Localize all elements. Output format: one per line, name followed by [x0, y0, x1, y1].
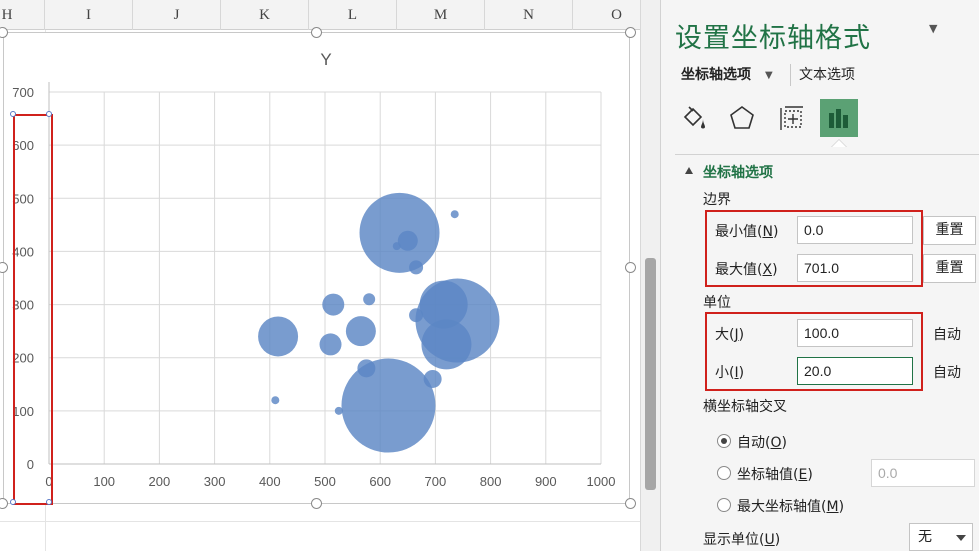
axis-selection-handle[interactable] [46, 499, 52, 505]
x-tick-label: 1000 [587, 474, 616, 489]
bar-chart-icon[interactable] [820, 99, 858, 137]
active-icon-pointer-fill [832, 140, 846, 147]
bubble-chart[interactable]: Y 0 100 200 300 400 500 600 700 800 900 1000 0 100 200… [3, 32, 630, 505]
bubble-point [409, 260, 424, 275]
display-units-select[interactable]: 无 [909, 523, 973, 551]
minor-unit-label: 小(I) [715, 365, 745, 381]
axis-selection-handle[interactable] [10, 111, 16, 117]
minor-unit-auto: 自动 [933, 365, 961, 381]
min-reset-button[interactable]: 重置 [923, 216, 976, 245]
x-tick-label: 500 [314, 474, 336, 489]
max-value-field[interactable] [797, 254, 913, 282]
column-header-l[interactable]: L [309, 0, 397, 30]
bubble-point [363, 293, 376, 306]
scrollbar-thumb[interactable] [645, 258, 656, 490]
bounds-label: 边界 [703, 192, 731, 208]
tab-text-options[interactable]: 文本选项 [799, 64, 855, 84]
vertical-axis-selection[interactable] [13, 114, 53, 505]
chart-title: Y [320, 50, 331, 69]
x-tick-label: 700 [425, 474, 447, 489]
fill-line-icon[interactable] [675, 99, 713, 137]
cross-value-radio[interactable] [717, 466, 731, 480]
bubble-point [271, 396, 280, 405]
x-tick-label: 300 [204, 474, 226, 489]
min-value-field[interactable] [797, 216, 913, 244]
chart-resize-handle[interactable] [311, 498, 322, 509]
max-label: 最大值(X) [715, 262, 778, 278]
section-axis-options[interactable]: 坐标轴选项 [703, 162, 773, 182]
column-header-j[interactable]: J [133, 0, 221, 30]
minor-unit-field[interactable] [797, 357, 913, 385]
x-tick-label: 800 [480, 474, 502, 489]
cross-value-label[interactable]: 坐标轴值(E) [737, 464, 813, 484]
chart-resize-handle[interactable] [625, 262, 636, 273]
x-tick-label: 100 [93, 474, 115, 489]
min-label: 最小值(N) [715, 224, 779, 240]
column-header-k[interactable]: K [221, 0, 309, 30]
bubble-point [319, 333, 342, 356]
bubble-point [258, 316, 299, 357]
cross-auto-radio[interactable] [717, 434, 731, 448]
size-properties-icon[interactable] [773, 99, 811, 137]
cross-auto-label[interactable]: 自动(O) [737, 432, 787, 452]
tab-axis-options[interactable]: 坐标轴选项 [681, 64, 751, 84]
column-header-row: H I J K L M N O [0, 0, 660, 30]
x-tick-label: 900 [535, 474, 557, 489]
chart-resize-handle[interactable] [625, 498, 636, 509]
major-unit-field[interactable] [797, 319, 913, 347]
bubble-point [345, 316, 376, 347]
bubble-point [415, 278, 500, 363]
max-reset-button[interactable]: 重置 [923, 254, 976, 283]
column-header-h[interactable]: H [0, 0, 45, 30]
axis-selection-handle[interactable] [10, 499, 16, 505]
x-tick-label: 400 [259, 474, 281, 489]
spreadsheet[interactable]: H I J K L M N O Y 0 100 200 300 400 500 600 700 8… [0, 0, 660, 551]
chart-resize-handle[interactable] [625, 27, 636, 38]
row-gridline [0, 521, 660, 522]
column-header-n[interactable]: N [485, 0, 573, 30]
cross-value-field[interactable] [871, 459, 975, 487]
bubble-point [322, 293, 345, 316]
cross-label: 横坐标轴交叉 [703, 399, 787, 415]
pane-title: 设置坐标轴格式 [675, 23, 871, 54]
bubble-point [450, 210, 459, 219]
pane-options-dropdown[interactable]: ▼ [929, 22, 937, 35]
major-unit-label: 大(J) [715, 327, 745, 343]
cross-max-label[interactable]: 最大坐标轴值(M) [737, 496, 844, 516]
bubble-point [341, 358, 436, 453]
chevron-down-icon[interactable]: ▼ [765, 70, 773, 81]
x-tick-label: 600 [369, 474, 391, 489]
format-axis-pane: 设置坐标轴格式 ▼ 坐标轴选项 ▼ 文本选项 坐标轴选项 边界 最小值(N) 0… [660, 0, 979, 551]
pentagon-icon[interactable] [723, 99, 761, 137]
bubble-point [359, 192, 440, 273]
sheet-vertical-scrollbar[interactable] [640, 0, 660, 551]
column-header-i[interactable]: I [45, 0, 133, 30]
tab-divider [790, 64, 791, 86]
bubble-point [423, 369, 442, 388]
x-tick-label: 200 [149, 474, 171, 489]
axis-selection-handle[interactable] [46, 111, 52, 117]
column-header-m[interactable]: M [397, 0, 485, 30]
y-tick-label: 700 [12, 85, 34, 100]
bubble-point [397, 230, 418, 251]
collapse-triangle-icon[interactable] [685, 167, 693, 174]
pane-divider [675, 154, 979, 155]
units-label: 单位 [703, 295, 731, 311]
chart-resize-handle[interactable] [311, 27, 322, 38]
chevron-down-icon [956, 535, 966, 541]
major-unit-auto: 自动 [933, 327, 961, 343]
chart-plot: Y0 100 200 300 400 500 600 700 800 900 10000100200… [12, 50, 616, 489]
display-units-label: 显示单位(U) [703, 532, 781, 548]
cross-max-radio[interactable] [717, 498, 731, 512]
display-units-value: 无 [918, 529, 932, 545]
chart-resize-handle[interactable] [0, 498, 8, 509]
